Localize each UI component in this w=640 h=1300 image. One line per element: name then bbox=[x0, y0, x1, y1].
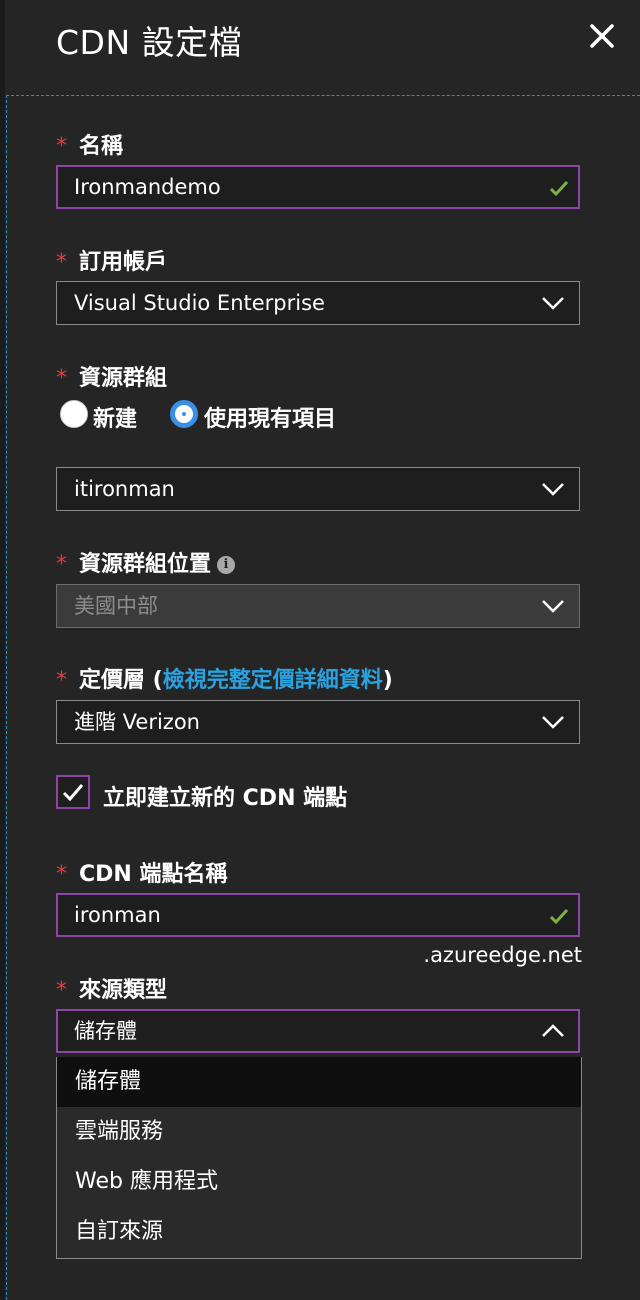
resource-group-label-text: 資源群組 bbox=[79, 366, 168, 391]
required-marker: * bbox=[56, 668, 67, 693]
radio-create-new[interactable] bbox=[60, 400, 88, 428]
checkmark-icon bbox=[549, 908, 569, 925]
name-label: * 名稱 bbox=[56, 128, 123, 160]
chevron-down-icon bbox=[542, 483, 564, 496]
name-input[interactable]: Ironmandemo bbox=[56, 165, 580, 209]
endpoint-name-value: ironman bbox=[74, 903, 161, 927]
resource-group-select[interactable]: itironman bbox=[56, 467, 580, 511]
subscription-label-text: 訂用帳戶 bbox=[79, 250, 168, 275]
pricing-tier-label: * 定價層 (檢視完整定價詳細資料) bbox=[56, 662, 393, 694]
focus-outline-top bbox=[6, 95, 640, 96]
required-marker: * bbox=[56, 250, 67, 275]
origin-type-label-text: 來源類型 bbox=[79, 978, 168, 1003]
required-marker: * bbox=[56, 366, 67, 391]
location-value: 美國中部 bbox=[74, 594, 158, 618]
blade-left-edge bbox=[0, 0, 5, 1300]
origin-option-custom[interactable]: 自訂來源 bbox=[57, 1207, 581, 1257]
endpoint-name-label-text: CDN 端點名稱 bbox=[79, 862, 228, 887]
required-marker: * bbox=[56, 978, 67, 1003]
radio-use-existing[interactable] bbox=[170, 400, 198, 428]
subscription-select[interactable]: Visual Studio Enterprise bbox=[56, 281, 580, 325]
origin-option-web-app[interactable]: Web 應用程式 bbox=[57, 1157, 581, 1207]
pricing-tier-select[interactable]: 進階 Verizon bbox=[56, 700, 580, 744]
name-input-value: Ironmandemo bbox=[74, 175, 221, 199]
origin-type-label: * 來源類型 bbox=[56, 972, 167, 1004]
endpoint-domain-suffix: .azureedge.net bbox=[423, 943, 582, 967]
chevron-down-icon bbox=[542, 716, 564, 729]
chevron-up-icon bbox=[542, 1024, 564, 1037]
radio-create-new-label[interactable]: 新建 bbox=[93, 401, 137, 433]
required-marker: * bbox=[56, 134, 67, 159]
pricing-tier-label-close: ) bbox=[382, 668, 393, 693]
pricing-tier-value: 進階 Verizon bbox=[74, 710, 200, 734]
info-icon[interactable]: i bbox=[217, 556, 236, 574]
location-label: * 資源群組位置 i bbox=[56, 546, 236, 578]
origin-type-dropdown: 儲存體 雲端服務 Web 應用程式 自訂來源 bbox=[56, 1057, 582, 1259]
close-icon bbox=[590, 24, 614, 48]
pricing-tier-label-text: 定價層 ( bbox=[79, 668, 163, 693]
required-marker: * bbox=[56, 552, 67, 577]
create-endpoint-checkbox[interactable] bbox=[56, 775, 90, 809]
page-title: CDN 設定檔 bbox=[56, 23, 243, 62]
origin-option-cloud-service[interactable]: 雲端服務 bbox=[57, 1107, 581, 1157]
close-button[interactable] bbox=[584, 18, 620, 54]
checkmark-icon bbox=[549, 180, 569, 197]
chevron-down-icon bbox=[542, 600, 564, 613]
name-label-text: 名稱 bbox=[79, 134, 124, 159]
endpoint-name-label: * CDN 端點名稱 bbox=[56, 856, 227, 888]
location-label-text: 資源群組位置 bbox=[79, 552, 212, 577]
chevron-down-icon bbox=[542, 297, 564, 310]
origin-option-storage[interactable]: 儲存體 bbox=[57, 1057, 581, 1107]
checkmark-icon bbox=[62, 784, 84, 802]
create-endpoint-label[interactable]: 立即建立新的 CDN 端點 bbox=[103, 780, 347, 812]
focus-outline-left bbox=[6, 95, 7, 1300]
origin-type-value: 儲存體 bbox=[74, 1019, 137, 1043]
resource-group-value: itironman bbox=[74, 477, 175, 501]
endpoint-name-input[interactable]: ironman bbox=[56, 893, 580, 937]
origin-type-select[interactable]: 儲存體 bbox=[56, 1009, 580, 1053]
subscription-value: Visual Studio Enterprise bbox=[74, 291, 325, 315]
radio-use-existing-label[interactable]: 使用現有項目 bbox=[204, 401, 336, 433]
location-select: 美國中部 bbox=[56, 584, 580, 628]
required-marker: * bbox=[56, 862, 67, 887]
pricing-details-link[interactable]: 檢視完整定價詳細資料 bbox=[163, 668, 383, 693]
resource-group-label: * 資源群組 bbox=[56, 360, 167, 392]
subscription-label: * 訂用帳戶 bbox=[56, 244, 167, 276]
